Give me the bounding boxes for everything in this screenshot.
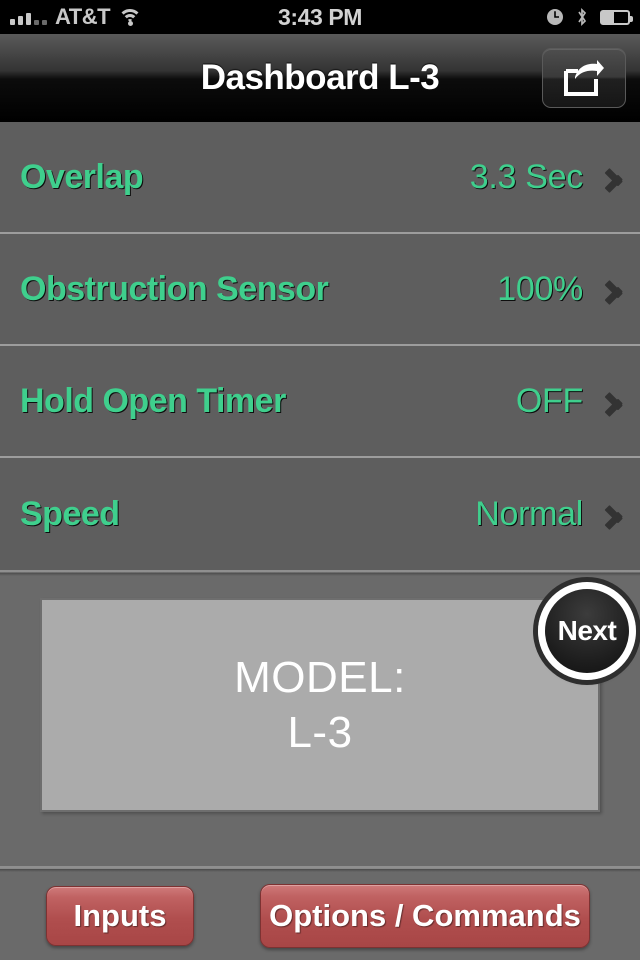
- chevron-right-icon: [605, 276, 620, 302]
- model-value: L-3: [287, 708, 353, 757]
- chevron-right-icon: [605, 501, 620, 527]
- bottom-toolbar: Inputs Options / Commands: [0, 872, 640, 960]
- row-value: OFF: [515, 381, 583, 420]
- settings-row-hold-open-timer[interactable]: Hold Open Timer OFF: [0, 346, 640, 458]
- model-label: MODEL:: [234, 653, 406, 702]
- chevron-right-icon: [605, 164, 620, 190]
- status-bar-clock: 3:43 PM: [277, 3, 363, 30]
- row-label: Obstruction Sensor: [20, 269, 329, 308]
- options-commands-button[interactable]: Options / Commands: [260, 884, 590, 948]
- settings-row-obstruction-sensor[interactable]: Obstruction Sensor 100%: [0, 234, 640, 346]
- share-export-icon: [564, 59, 604, 96]
- settings-row-speed[interactable]: Speed Normal: [0, 458, 640, 570]
- battery-icon: [600, 9, 633, 25]
- carrier-label: AT&T: [55, 4, 111, 29]
- settings-list: Overlap 3.3 Sec Obstruction Sensor 100% …: [0, 122, 640, 570]
- app-screen: AT&T 3:43 PM Dashboard L-3 Overlap 3.3 S…: [0, 0, 640, 960]
- share-button[interactable]: [542, 47, 626, 108]
- status-bar-left: AT&T: [10, 4, 278, 30]
- row-label: Overlap: [20, 157, 144, 196]
- bluetooth-icon: [578, 7, 587, 27]
- settings-row-overlap[interactable]: Overlap 3.3 Sec: [0, 122, 640, 234]
- signal-bars-icon: [10, 9, 47, 25]
- next-button-label: Next: [557, 615, 617, 646]
- model-panel-area: MODEL: L-3 Next: [0, 576, 640, 872]
- row-value: 100%: [497, 269, 583, 308]
- navigation-bar: Dashboard L-3: [0, 34, 640, 122]
- status-bar: AT&T 3:43 PM: [0, 0, 640, 34]
- row-value: Normal: [475, 494, 583, 533]
- next-button[interactable]: Next: [538, 582, 636, 680]
- alarm-clock-icon: [547, 9, 563, 25]
- row-label: Speed: [20, 494, 120, 533]
- row-value: 3.3 Sec: [469, 157, 584, 196]
- chevron-right-icon: [605, 388, 620, 414]
- status-bar-right: [362, 7, 633, 27]
- row-label: Hold Open Timer: [20, 381, 286, 420]
- wifi-icon: [118, 8, 143, 26]
- model-display-panel: MODEL: L-3: [40, 598, 600, 812]
- inputs-button[interactable]: Inputs: [46, 886, 194, 946]
